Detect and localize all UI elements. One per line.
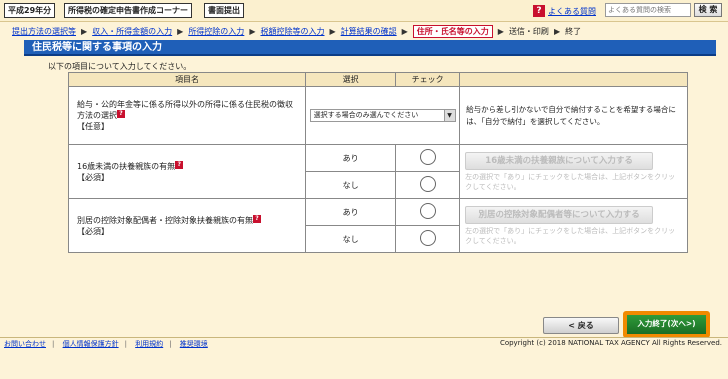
step-arrow-icon: ▶ (177, 26, 184, 36)
required-tag: 【必須】 (77, 226, 109, 236)
header-blank (459, 72, 688, 87)
step-arrow-icon: ▶ (329, 26, 336, 36)
option-no-label: なし (305, 171, 397, 199)
under16-yes-radio[interactable] (419, 149, 436, 165)
back-button[interactable]: < 戻る (543, 317, 619, 334)
required-tag: 【必須】 (77, 172, 109, 182)
corner-title-tag: 所得税の確定申告書作成コーナー (64, 3, 192, 18)
resident-tax-table: 項目名 選択 チェック 給与・公的年金等に係る所得以外の所得に係る住民税の徴収方… (67, 72, 688, 253)
collection-method-label: 給与・公的年金等に係る所得以外の所得に係る住民税の徴収方法の選択? 【任意】 (67, 86, 307, 145)
under16-note: 左の選択で「あり」にチェックをした場合は、上記ボタンをクリックしてください。 (465, 172, 676, 191)
help-icon[interactable]: ? (253, 214, 261, 223)
header-check: チェック (395, 72, 461, 87)
step-arrow-icon: ▶ (553, 26, 561, 36)
separate-yes-radio[interactable] (419, 203, 436, 219)
progress-steps: 提出方法の選択等 ▶ 収入・所得金額の入力 ▶ 所得控除の入力 ▶ 税額控除等の… (0, 23, 728, 39)
collection-method-description: 給与から差し引かないで自分で納付することを希望する場合には、「自分で納付」を選択… (459, 86, 688, 145)
separate-input-button[interactable]: 別居の控除対象配偶者等について入力する (465, 205, 654, 224)
faq-link-wrap[interactable]: ? よくある質問 (533, 4, 596, 18)
step-tax-credits[interactable]: 税額控除等の入力 (260, 26, 324, 37)
help-icon: ? (533, 5, 545, 17)
optional-tag: 【任意】 (77, 122, 109, 131)
separate-note: 左の選択で「あり」にチェックをした場合は、上記ボタンをクリックしてください。 (465, 226, 676, 245)
option-yes-label: あり (305, 198, 397, 226)
footer: お問い合わせ | 個人情報保護方針 | 利用規約 | 推奨環境 Copyright (… (0, 337, 728, 349)
help-icon[interactable]: ? (175, 160, 184, 169)
step-result-check[interactable]: 計算結果の確認 (341, 26, 397, 37)
search-button[interactable]: 検 索 (694, 3, 722, 17)
contact-link[interactable]: お問い合わせ (4, 340, 46, 348)
header-bar: 平成29年分 所得税の確定申告書作成コーナー 書面提出 ? よくある質問 検 索 (0, 0, 728, 22)
page-title: 住民税等に関する事項の入力 (24, 40, 716, 56)
separate-no-radio[interactable] (419, 230, 436, 246)
option-yes-label: あり (305, 144, 397, 172)
table-row: 16歳未満の扶養親族の有無? 【必須】 あり 16歳未満の扶養親族について入力す… (67, 144, 688, 199)
terms-link[interactable]: 利用規約 (135, 340, 163, 348)
step-send-print: 送信・印刷 (508, 26, 549, 36)
copyright: Copyright (c) 2018 NATIONAL TAX AGENCY A… (499, 339, 722, 347)
step-arrow-icon: ▶ (249, 26, 256, 36)
table-row: 別居の控除対象配偶者・控除対象扶養親族の有無? 【必須】 あり 別居の控除対象配… (67, 198, 688, 253)
footer-links: お問い合わせ | 個人情報保護方針 | 利用規約 | 推奨環境 (4, 340, 208, 348)
tax-year-tag: 平成29年分 (4, 3, 56, 18)
dependents-under16-label: 16歳未満の扶養親族の有無? 【必須】 (67, 144, 307, 199)
under16-no-radio[interactable] (419, 176, 436, 192)
intro-text: 以下の項目について入力してください。 (48, 62, 192, 71)
header-item: 項目名 (67, 72, 307, 87)
step-deductions[interactable]: 所得控除の入力 (188, 26, 244, 37)
privacy-link[interactable]: 個人情報保護方針 (63, 340, 119, 348)
step-arrow-icon: ▶ (81, 26, 88, 36)
faq-link[interactable]: よくある質問 (548, 6, 596, 17)
under16-input-button[interactable]: 16歳未満の扶養親族について入力する (465, 151, 654, 170)
table-row: 給与・公的年金等に係る所得以外の所得に係る住民税の徴収方法の選択? 【任意】 選… (67, 86, 688, 145)
next-button[interactable]: 入力終了(次へ>) (623, 311, 710, 338)
collection-method-cell: 選択する場合のみ選んでください ▼ (305, 86, 461, 145)
option-no-label: なし (305, 225, 397, 253)
step-income[interactable]: 収入・所得金額の入力 (92, 26, 172, 37)
paper-submission-tag: 書面提出 (204, 3, 244, 18)
next-button-label: 入力終了(次へ>) (627, 315, 706, 334)
step-arrow-icon: ▶ (401, 26, 408, 36)
help-icon[interactable]: ? (117, 110, 125, 118)
collection-method-select[interactable]: 選択する場合のみ選んでください ▼ (309, 109, 456, 122)
separate-dependents-label: 別居の控除対象配偶者・控除対象扶養親族の有無? 【必須】 (67, 198, 307, 253)
chevron-down-icon: ▼ (443, 110, 455, 121)
environment-link[interactable]: 推奨環境 (180, 340, 208, 348)
step-address-name: 住所・氏名等の入力 (412, 24, 493, 38)
step-submission-method[interactable]: 提出方法の選択等 (12, 26, 76, 37)
step-arrow-icon: ▶ (497, 26, 504, 36)
table-header-row: 項目名 選択 チェック (67, 72, 688, 87)
header-select: 選択 (305, 72, 397, 87)
faq-search-input[interactable] (605, 3, 691, 17)
step-finish: 終了 (565, 26, 582, 36)
